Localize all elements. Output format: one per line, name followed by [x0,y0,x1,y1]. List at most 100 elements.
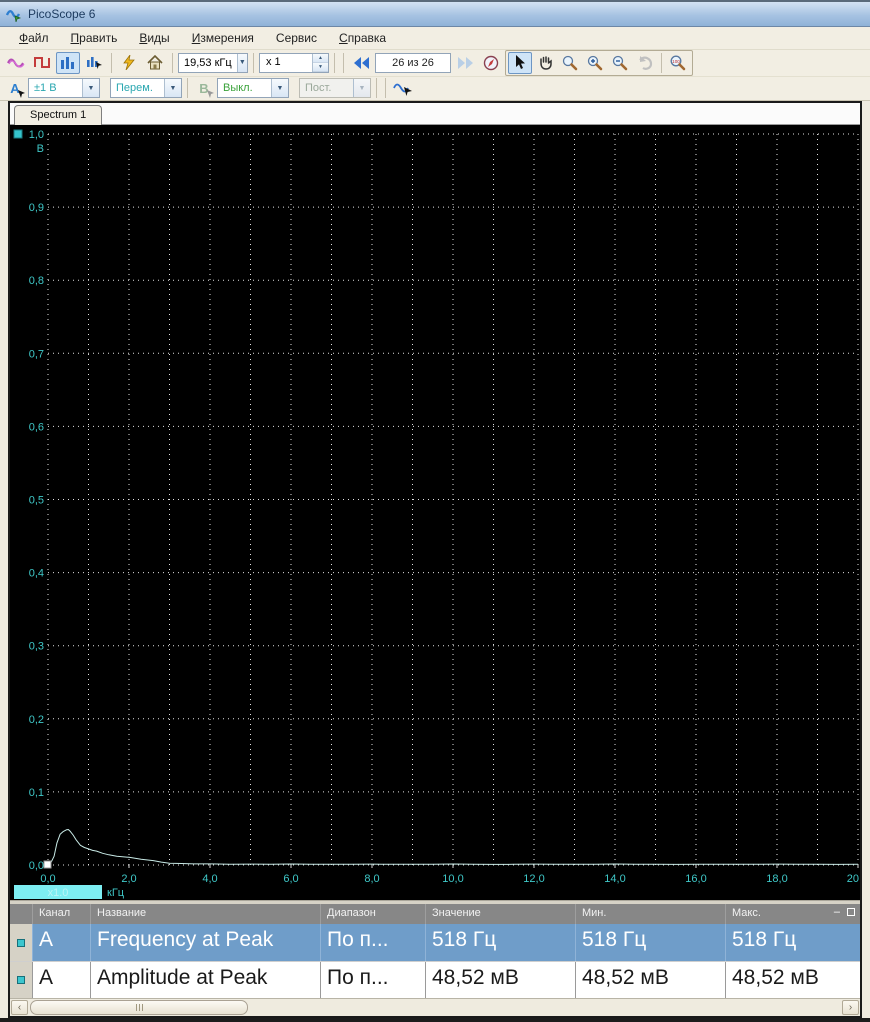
svg-text:0,0: 0,0 [29,860,44,872]
window-bottom-border [0,1018,870,1022]
svg-text:8,0: 8,0 [364,873,379,885]
menu-views[interactable]: Виды [128,28,180,48]
auto-setup-icon[interactable] [117,52,141,74]
chevron-down-icon[interactable]: ▼ [271,79,288,98]
chevron-down-icon[interactable]: ▼ [236,53,247,72]
toolbar-separator [385,78,386,99]
toolbar-separator [253,52,254,73]
header-gutter [10,904,32,925]
row-gutter [10,962,32,999]
cell-min: 48,52 мВ [575,962,725,999]
cursor-icon [207,90,214,99]
channel-a-options-button[interactable]: A [4,78,26,99]
menu-measurements[interactable]: Измерения [181,28,265,48]
collapse-panel-icon[interactable]: – [834,907,840,918]
main-toolbar: 19,53 кГц ▼ x 1 ▲ ▼ 26 из 26 100 [0,49,870,77]
buffer-position-value: 26 из 26 [392,56,434,69]
svg-text:0,7: 0,7 [29,348,44,360]
svg-text:1,0: 1,0 [29,129,44,141]
zoom-undo-icon[interactable] [633,52,657,74]
home-icon[interactable] [143,52,167,74]
spectrum-chart[interactable]: 1,0 0,9 0,8 0,7 0,6 0,5 0,4 0,3 0,2 0,1 0,0 В 0,0 2,0… [10,125,860,900]
toolbar-separator [343,52,344,73]
chevron-down-icon[interactable]: ▼ [164,79,181,98]
toolbar-separator [376,78,377,99]
svg-text:В: В [37,143,44,155]
table-row[interactable]: A Amplitude at Peak По п... 48,52 мВ 48,… [10,961,860,999]
svg-text:100: 100 [672,59,680,64]
buffer-navigator-icon[interactable] [479,52,503,74]
channel-a-coupling-combo[interactable]: Перем. ▼ [110,78,182,99]
zoom-in-icon[interactable] [583,52,607,74]
cell-max: 48,52 мВ [725,962,860,999]
menu-edit[interactable]: Править [60,28,129,48]
cursor-icon [18,90,25,99]
pointer-tool-icon[interactable] [508,51,532,74]
cell-max: 518 Гц [725,924,860,962]
channel-b-options-button[interactable]: B [193,78,215,99]
cell-value: 48,52 мВ [425,962,575,999]
zoom-100-icon[interactable]: 100 [666,52,690,74]
app-logo-icon [6,10,22,23]
svg-text:0,0: 0,0 [40,873,55,885]
channel-b-range-combo[interactable]: Выкл. ▼ [217,78,289,99]
chevron-down-icon[interactable]: ▼ [82,79,99,98]
measurements-header: Канал Название Диапазон Значение Мин. Ма… [10,904,860,925]
svg-text:0,8: 0,8 [29,275,44,287]
cell-name: Amplitude at Peak [90,962,320,999]
svg-text:0,1: 0,1 [29,787,44,799]
svg-text:18,0: 18,0 [766,873,787,885]
cell-channel: A [32,924,90,962]
tab-spectrum-1[interactable]: Spectrum 1 [14,105,103,126]
spin-down-icon[interactable]: ▼ [313,62,328,72]
toolbar-separator [334,52,335,73]
toolbar-separator [111,52,112,73]
spectrum-view-icon[interactable] [56,51,80,74]
horizontal-scrollbar[interactable]: ‹ › [10,998,860,1017]
svg-text:0,6: 0,6 [29,421,44,433]
svg-text:x1.0: x1.0 [48,887,69,899]
svg-text:16,0: 16,0 [685,873,706,885]
cell-channel: A [32,962,90,999]
spin-up-icon[interactable]: ▲ [313,53,328,63]
zoom-out-icon[interactable] [608,52,632,74]
scope-view-icon[interactable] [4,52,28,74]
channel-a-marker-icon [17,938,25,947]
scroll-right-icon[interactable]: › [842,1000,859,1016]
channel-a-range-combo[interactable]: ±1 В ▼ [28,78,100,99]
rewind-icon[interactable] [349,52,373,74]
fast-forward-icon[interactable] [453,52,477,74]
scrollbar-thumb[interactable] [30,1000,248,1016]
buffer-position-field[interactable]: 26 из 26 [375,52,451,73]
svg-text:20: 20 [847,873,859,885]
menu-file[interactable]: Файл [8,28,60,48]
channel-b-coupling-combo[interactable]: Пост. ▼ [299,78,371,99]
col-header-channel[interactable]: Канал [32,904,90,925]
expand-panel-icon[interactable] [847,908,855,917]
col-header-min[interactable]: Мин. [575,904,725,925]
col-header-range[interactable]: Диапазон [320,904,425,925]
custom-probes-icon[interactable] [391,77,415,99]
sample-rate-combo[interactable]: 19,53 кГц ▼ [178,52,248,73]
menu-help[interactable]: Справка [328,28,397,48]
hand-tool-icon[interactable] [533,52,557,74]
svg-text:2,0: 2,0 [121,873,136,885]
svg-text:0,4: 0,4 [29,568,44,580]
cell-name: Frequency at Peak [90,924,320,962]
persistence-view-icon[interactable] [30,52,54,74]
title-bar: PicoScope 6 [0,2,870,28]
table-row[interactable]: A Frequency at Peak По п... 518 Гц 518 Г… [10,924,860,962]
menu-tools[interactable]: Сервис [265,28,328,48]
cell-value: 518 Гц [425,924,575,962]
chevron-down-icon: ▼ [353,79,370,98]
view-options-icon[interactable] [82,52,106,74]
col-header-value[interactable]: Значение [425,904,575,925]
svg-text:0,5: 0,5 [29,495,44,507]
cell-range: По п... [320,924,425,962]
col-header-name[interactable]: Название [90,904,320,925]
measurements-table: Канал Название Диапазон Значение Мин. Ма… [10,904,860,999]
scroll-left-icon[interactable]: ‹ [11,1000,28,1016]
marquee-zoom-icon[interactable] [558,52,582,74]
zoom-factor-spinner[interactable]: x 1 ▲ ▼ [259,52,329,73]
spectrum-plot[interactable]: 1,0 0,9 0,8 0,7 0,6 0,5 0,4 0,3 0,2 0,1 0,0 В 0,0 2,0… [10,125,860,901]
